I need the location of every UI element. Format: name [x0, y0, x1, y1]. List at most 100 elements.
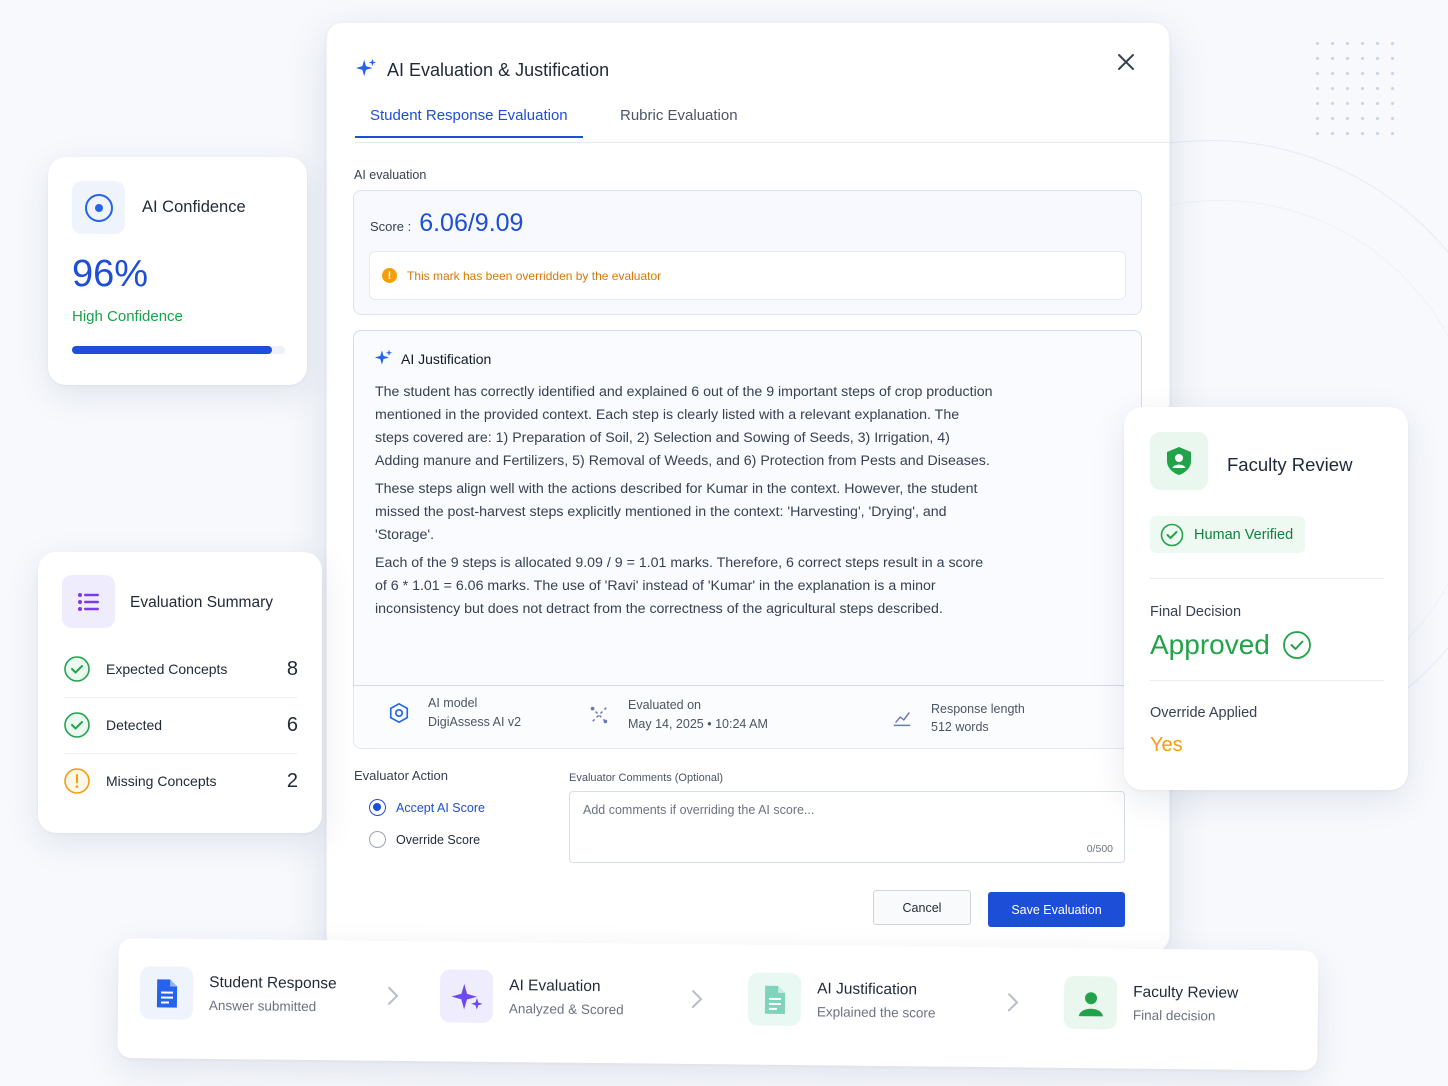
override-score-option[interactable]: Override Score	[369, 831, 480, 848]
justification-paragraph: The student has correctly identified and…	[375, 384, 993, 469]
meta-value: May 14, 2025 • 10:24 AM	[628, 717, 768, 731]
workflow-strip: Student Response Answer submitted AI Eva…	[117, 938, 1319, 1071]
divider	[1150, 578, 1384, 579]
summary-row-detected: Detected 6	[64, 697, 298, 753]
meta-label: Response length	[931, 702, 1025, 716]
radio-button[interactable]	[369, 799, 386, 816]
step-title: AI Justification	[817, 980, 918, 999]
check-circle-icon	[64, 656, 90, 682]
radio-button[interactable]	[369, 831, 386, 848]
list-icon	[62, 575, 115, 628]
decorative-dots	[1310, 36, 1400, 140]
summary-title: Evaluation Summary	[130, 594, 274, 611]
workflow-step-ai-justification: AI Justification Explained the score	[747, 972, 936, 1028]
summary-label: Missing Concepts	[106, 773, 217, 789]
divider	[1150, 680, 1384, 681]
meta-evaluated-on: Evaluated on May 14, 2025 • 10:24 AM	[584, 698, 768, 731]
tab-student-response-evaluation[interactable]: Student Response Evaluation	[355, 107, 583, 138]
faculty-review-card: Faculty Review Human Verified Final Deci…	[1124, 407, 1408, 790]
confidence-title: AI Confidence	[142, 198, 246, 216]
option-label: Accept AI Score	[396, 800, 485, 815]
badge-text: Human Verified	[1194, 526, 1294, 543]
accept-ai-score-option[interactable]: Accept AI Score	[369, 799, 485, 816]
justification-title-text: AI Justification	[401, 351, 492, 367]
justification-paragraph: Each of the 9 steps is allocated 9.09 / …	[375, 555, 984, 617]
score-panel: Score : 6.06/9.09 ! This mark has been o…	[353, 190, 1142, 315]
chevron-right-icon	[1007, 993, 1019, 1012]
final-decision-label: Final Decision	[1150, 604, 1242, 620]
confidence-value: 96%	[72, 253, 149, 295]
modal-title: AI Evaluation & Justification	[355, 57, 609, 84]
close-icon	[1118, 54, 1134, 70]
cancel-button[interactable]: Cancel	[873, 890, 971, 925]
meta-value: DigiAssess AI v2	[428, 715, 522, 729]
step-title: Student Response	[209, 973, 337, 993]
warning-icon: !	[382, 268, 397, 283]
summary-count: 6	[286, 713, 298, 736]
save-evaluation-button[interactable]: Save Evaluation	[988, 892, 1125, 927]
justification-panel: AI Justification The student has correct…	[353, 330, 1142, 686]
step-subtitle: Final decision	[1132, 1007, 1216, 1024]
shield-user-icon	[1150, 432, 1208, 490]
evaluator-action-label: Evaluator Action	[354, 768, 448, 783]
notes-icon	[747, 972, 802, 1027]
char-count: 0/500	[1086, 843, 1113, 855]
override-applied-label: Override Applied	[1150, 705, 1258, 721]
meta-label: AI model	[428, 696, 478, 710]
close-button[interactable]	[1113, 49, 1139, 75]
workflow-step-ai-evaluation: AI Evaluation Analyzed & Scored	[439, 969, 624, 1024]
section-label: AI evaluation	[354, 168, 427, 182]
override-notice: ! This mark has been overridden by the e…	[369, 251, 1126, 300]
sparkle-icon	[374, 348, 393, 370]
evaluation-modal: AI Evaluation & Justification Student Re…	[326, 22, 1170, 952]
evaluation-metadata: AI model DigiAssess AI v2 Evaluated on M…	[353, 686, 1142, 749]
score-label: Score :	[370, 219, 412, 234]
chevron-right-icon	[387, 986, 399, 1005]
human-verified-badge: Human Verified	[1150, 516, 1306, 553]
step-title: AI Evaluation	[509, 977, 601, 996]
override-applied-value: Yes	[1150, 734, 1183, 756]
meta-label: Evaluated on	[628, 698, 701, 712]
target-icon	[72, 181, 125, 234]
evaluation-summary-card: Evaluation Summary Expected Concepts 8 D…	[38, 552, 322, 833]
justification-title: AI Justification	[374, 348, 491, 370]
check-circle-icon	[1282, 631, 1311, 659]
step-title: Faculty Review	[1133, 983, 1239, 1002]
warning-circle-icon	[64, 768, 90, 794]
check-circle-icon	[1160, 523, 1184, 546]
justification-paragraph: These steps align well with the actions …	[375, 481, 978, 543]
summary-row-expected: Expected Concepts 8	[64, 641, 298, 697]
sparkle-cross-icon	[584, 700, 614, 730]
justification-text: The student has correctly identified and…	[375, 381, 995, 626]
workflow-step-faculty-review: Faculty Review Final decision	[1063, 975, 1239, 1031]
score-value: 6.06/9.09	[419, 209, 524, 237]
workflow-step-student-response: Student Response Answer submitted	[139, 966, 337, 1021]
document-icon	[139, 966, 194, 1020]
final-decision-value: Approved	[1150, 629, 1270, 660]
final-decision: Approved	[1150, 629, 1312, 661]
confidence-progress-bar	[72, 346, 285, 354]
comments-placeholder: Add comments if overriding the AI score.…	[583, 803, 815, 817]
tab-bar: Student Response Evaluation Rubric Evalu…	[355, 107, 1169, 143]
check-circle-icon	[64, 712, 90, 738]
modal-title-text: AI Evaluation & Justification	[387, 60, 610, 80]
step-subtitle: Analyzed & Scored	[508, 1001, 624, 1018]
summary-label: Expected Concepts	[106, 661, 228, 677]
user-icon	[1063, 975, 1118, 1030]
step-subtitle: Answer submitted	[208, 997, 317, 1015]
sparkle-icon	[355, 57, 377, 84]
tab-rubric-evaluation[interactable]: Rubric Evaluation	[605, 107, 753, 136]
meta-ai-model: AI model DigiAssess AI v2	[384, 696, 521, 729]
confidence-progress-fill	[72, 346, 273, 354]
chart-icon	[887, 703, 917, 733]
override-notice-text: This mark has been overridden by the eva…	[407, 268, 662, 283]
summary-row-missing: Missing Concepts 2	[64, 753, 298, 809]
meta-value: 512 words	[931, 720, 989, 734]
comments-textarea[interactable]: Add comments if overriding the AI score.…	[569, 791, 1125, 863]
option-label: Override Score	[396, 832, 481, 847]
hexagon-icon	[384, 698, 414, 728]
summary-count: 8	[286, 657, 298, 680]
meta-response-length: Response length 512 words	[887, 702, 1025, 734]
sparkle-icon	[439, 969, 494, 1023]
summary-count: 2	[286, 769, 298, 792]
